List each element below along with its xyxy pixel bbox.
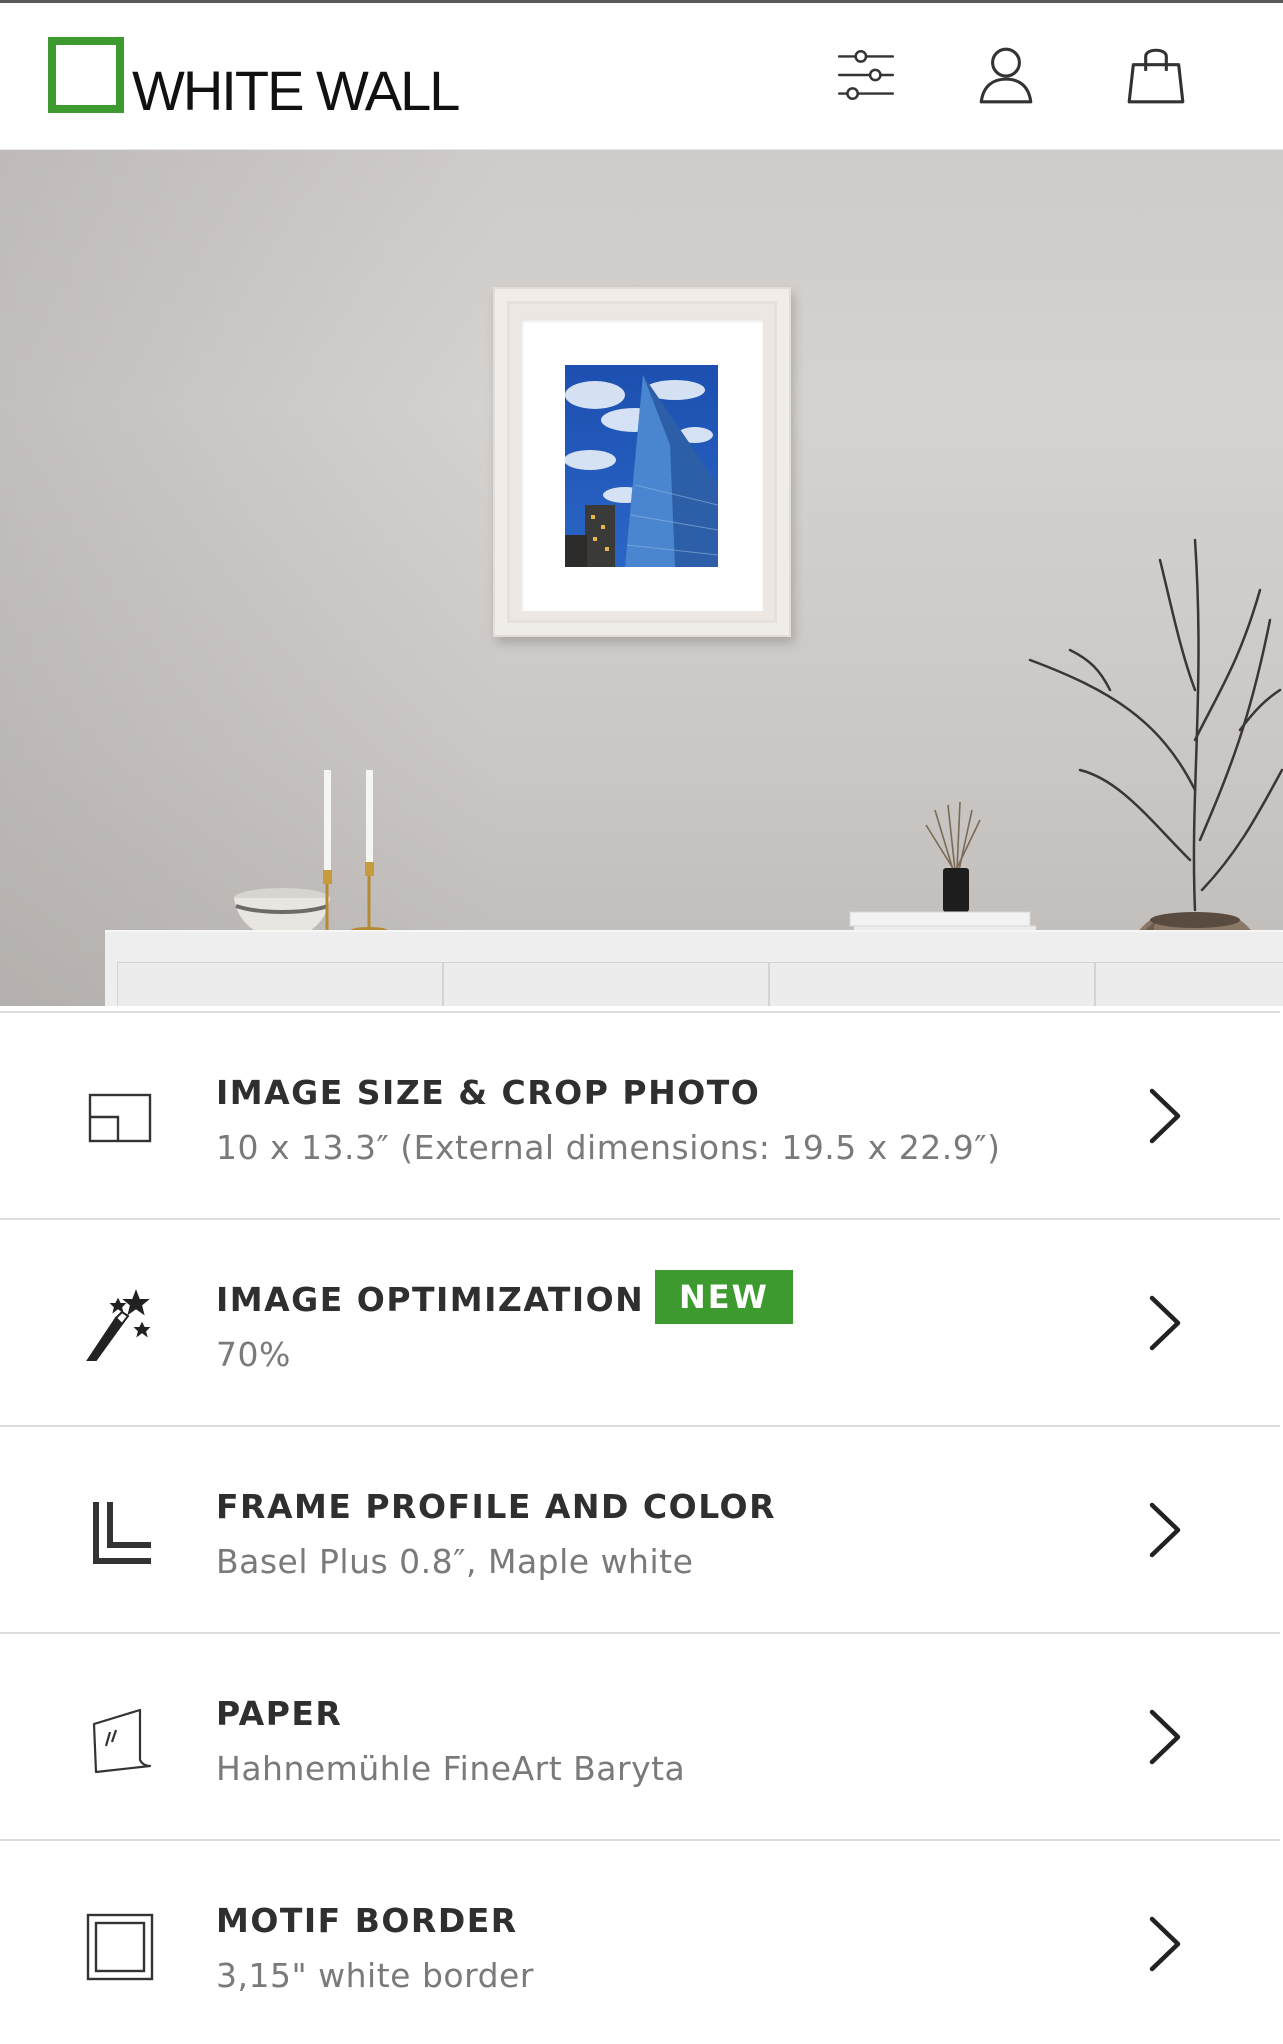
logo-wordmark: WHITE WALL: [132, 59, 460, 122]
option-paper[interactable]: PAPER Hahnemühle FineArt Baryta: [0, 1634, 1280, 1841]
filter-sliders-icon[interactable]: [830, 39, 902, 111]
paper-sheet-icon: [74, 1704, 166, 1776]
new-badge: NEW: [655, 1270, 793, 1324]
option-image-size[interactable]: IMAGE SIZE & CROP PHOTO 10 x 13.3″ (Exte…: [0, 1013, 1280, 1220]
photo-skyscraper: [565, 365, 718, 567]
option-value: 3,15" white border: [216, 1956, 534, 1995]
option-motif-border[interactable]: MOTIF BORDER 3,15" white border: [0, 1841, 1280, 2044]
option-title: PAPER: [216, 1694, 343, 1733]
option-value: Hahnemühle FineArt Baryta: [216, 1749, 686, 1788]
whitewall-logo[interactable]: WHITE WALL: [48, 37, 460, 119]
candle-holders: [234, 770, 387, 939]
option-title: FRAME PROFILE AND COLOR: [216, 1487, 777, 1526]
frame-profile-icon: [74, 1497, 166, 1569]
reed-diffuser: [849, 801, 1037, 939]
option-frame-profile[interactable]: FRAME PROFILE AND COLOR Basel Plus 0.8″,…: [0, 1427, 1280, 1634]
option-title: MOTIF BORDER: [216, 1901, 518, 1940]
option-value: Basel Plus 0.8″, Maple white: [216, 1542, 694, 1581]
option-value: 70%: [216, 1335, 291, 1374]
sideboard: [105, 930, 1283, 1006]
option-title: IMAGE SIZE & CROP PHOTO: [216, 1073, 761, 1112]
motif-border-icon: [74, 1911, 166, 1983]
logo-square-mark: [48, 37, 124, 113]
crop-size-icon: [74, 1083, 166, 1155]
magic-wand-icon: [74, 1289, 166, 1362]
option-value: 10 x 13.3″ (External dimensions: 19.5 x …: [216, 1128, 1001, 1167]
chevron-right-icon: [1140, 1497, 1190, 1563]
chevron-right-icon: [1140, 1911, 1190, 1977]
option-title: IMAGE OPTIMIZATION: [216, 1280, 645, 1319]
chevron-right-icon: [1140, 1704, 1190, 1770]
room-preview: [0, 150, 1283, 1006]
framed-photo[interactable]: [493, 287, 791, 637]
configuration-options: IMAGE SIZE & CROP PHOTO 10 x 13.3″ (Exte…: [0, 1006, 1283, 2044]
user-account-icon[interactable]: [970, 39, 1042, 111]
photo-mat: [521, 319, 763, 611]
header-bar: WHITE WALL: [0, 3, 1283, 150]
option-image-optimization[interactable]: IMAGE OPTIMIZATION NEW 70%: [0, 1220, 1280, 1427]
chevron-right-icon: [1140, 1083, 1190, 1149]
chevron-right-icon: [1140, 1290, 1190, 1356]
shopping-bag-icon[interactable]: [1120, 39, 1192, 111]
